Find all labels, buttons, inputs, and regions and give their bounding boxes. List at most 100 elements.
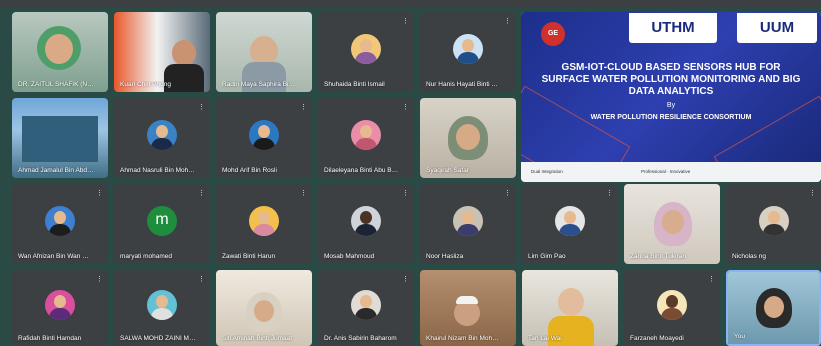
participant-name: Dr. Anis Sabirin Baharom xyxy=(324,335,397,342)
participant-video xyxy=(12,98,108,178)
participant-name: Kuan Chin Phong xyxy=(120,81,171,88)
footer-left-text: Dual Integration xyxy=(531,169,563,174)
participant-name: Tan Lai Wai xyxy=(528,335,562,342)
participant-name: Radin Maya Saphira Binti Ra... xyxy=(222,81,298,88)
participant-tile[interactable]: ⋮ SALWA MOHD ZAINI MAKHT... xyxy=(114,270,210,346)
slide-title: GSM-IOT-CLOUD BASED SENSORS HUB FOR SURF… xyxy=(541,62,801,97)
participant-name: Zawati Binti Harun xyxy=(222,253,276,260)
participant-tile[interactable]: ⋮ Farzaneh Moayedi xyxy=(624,270,720,346)
uum-logo: UUM xyxy=(737,13,817,43)
slide-footer: Dual Integration Professional · Innovati… xyxy=(521,162,821,182)
participant-video xyxy=(216,12,312,92)
participant-name: DR. ZAITUL SHAFIK (NAHRIM) xyxy=(18,81,94,88)
participant-tile[interactable]: ⋮ Nicholas ng xyxy=(726,184,821,264)
participant-name: Shuhaida Binti Ismail xyxy=(324,81,385,88)
participant-name: Ahmad Nasruli Bin Mohamed xyxy=(120,167,196,174)
mic-off-icon: ⋮ xyxy=(606,190,613,197)
mic-off-icon: ⋮ xyxy=(504,18,511,25)
participant-name: SALWA MOHD ZAINI MAKHT... xyxy=(120,335,196,342)
participant-avatar xyxy=(351,290,381,320)
participant-avatar xyxy=(147,120,177,150)
participant-avatar xyxy=(351,34,381,64)
mic-off-icon: ⋮ xyxy=(300,190,307,197)
uthm-logo: UTHM xyxy=(629,13,717,43)
participant-name: Siti Aminah Binti Jumaat xyxy=(222,335,293,342)
mic-off-icon: ⋮ xyxy=(96,190,103,197)
mic-off-icon: ⋮ xyxy=(402,190,409,197)
mic-off-icon: ⋮ xyxy=(198,276,205,283)
participant-name: Syaqirah Safar xyxy=(426,167,469,174)
participant-name: Mohd Arif Bin Rosli xyxy=(222,167,277,174)
participant-tile[interactable]: ⋮ Ahmad Nasruli Bin Mohamed xyxy=(114,98,210,178)
participant-tile[interactable]: m ⋮ maryati mohamed xyxy=(114,184,210,264)
shared-presentation[interactable]: GE UTHM UUM GSM-IOT-CLOUD BASED SENSORS … xyxy=(521,12,821,182)
event-logo: GE xyxy=(541,22,565,46)
participant-tile[interactable]: Siti Aminah Binti Jumaat xyxy=(216,270,312,346)
participant-name: Zarina Binti Tukiran xyxy=(630,253,686,260)
participant-avatar xyxy=(453,206,483,236)
participant-tile[interactable]: ⋮ Dr. Anis Sabirin Baharom xyxy=(318,270,414,346)
participant-name: Rafidah Binti Hamdan xyxy=(18,335,82,342)
participant-name: You xyxy=(734,333,745,340)
mic-off-icon: ⋮ xyxy=(402,276,409,283)
participant-tile[interactable]: Khairul Nizam Bin Mohd Yu... xyxy=(420,270,516,346)
mic-off-icon: ⋮ xyxy=(300,104,307,111)
participant-tile[interactable]: ⋮ Dilaeleyana Binti Abu Bakar ... xyxy=(318,98,414,178)
participant-initial-avatar: m xyxy=(147,206,177,236)
participant-name: Ahmad Jamalul Bin Abd Kari... xyxy=(18,167,94,174)
participant-avatar xyxy=(249,120,279,150)
mic-off-icon: ⋮ xyxy=(198,104,205,111)
meeting-top-bar xyxy=(0,0,821,8)
participant-tile[interactable]: Tan Lai Wai xyxy=(522,270,618,346)
participant-tile[interactable]: ⋮ Lim Gim Pao xyxy=(522,184,618,264)
self-view-tile[interactable]: You xyxy=(726,270,821,346)
participant-avatar xyxy=(351,120,381,150)
participant-tile[interactable]: ⋮ Nur Hanis Hayati Binti Hairom xyxy=(420,12,516,92)
participant-avatar xyxy=(249,206,279,236)
participant-name: maryati mohamed xyxy=(120,253,173,260)
participant-video xyxy=(624,184,720,264)
participant-tile[interactable]: Radin Maya Saphira Binti Ra... xyxy=(216,12,312,92)
participant-name: Mosab Mahmoud xyxy=(324,253,375,260)
participant-video xyxy=(420,98,516,178)
mic-off-icon: ⋮ xyxy=(402,104,409,111)
participant-name: Khairul Nizam Bin Mohd Yu... xyxy=(426,335,502,342)
mic-off-icon: ⋮ xyxy=(402,18,409,25)
mic-off-icon: ⋮ xyxy=(809,190,816,197)
participant-avatar xyxy=(45,290,75,320)
participant-name: Dilaeleyana Binti Abu Bakar ... xyxy=(324,167,400,174)
participant-tile[interactable]: ⋮ Mohd Arif Bin Rosli xyxy=(216,98,312,178)
participant-tile[interactable]: ⋮ Shuhaida Binti Ismail xyxy=(318,12,414,92)
participant-avatar xyxy=(453,34,483,64)
participant-video xyxy=(12,12,108,92)
participant-tile[interactable]: Kuan Chin Phong xyxy=(114,12,210,92)
participant-avatar xyxy=(45,206,75,236)
mic-off-icon: ⋮ xyxy=(96,276,103,283)
slide-by: By xyxy=(666,102,676,109)
participant-avatar xyxy=(555,206,585,236)
participant-tile[interactable]: Ahmad Jamalul Bin Abd Kari... xyxy=(12,98,108,178)
participant-tile[interactable]: ⋮ Wan Afnizan Bin Wan Moha... xyxy=(12,184,108,264)
participant-name: Wan Afnizan Bin Wan Moha... xyxy=(18,253,94,260)
participant-tile[interactable]: ⋮ Zawati Binti Harun xyxy=(216,184,312,264)
mic-off-icon: ⋮ xyxy=(198,190,205,197)
mic-off-icon: ⋮ xyxy=(504,190,511,197)
participant-name: Lim Gim Pao xyxy=(528,253,566,260)
participant-name: Noor Hasliza xyxy=(426,253,464,260)
participant-avatar xyxy=(147,290,177,320)
slide-organization: WATER POLLUTION RESILIENCE CONSORTIUM xyxy=(590,114,752,121)
participant-video xyxy=(114,12,210,92)
participant-name: Nur Hanis Hayati Binti Hairom xyxy=(426,81,502,88)
participant-tile[interactable]: Zarina Binti Tukiran xyxy=(624,184,720,264)
footer-mid-text: Professional · Innovative xyxy=(641,169,691,174)
participant-tile[interactable]: ⋮ Noor Hasliza xyxy=(420,184,516,264)
participant-tile[interactable]: ⋮ Mosab Mahmoud xyxy=(318,184,414,264)
participant-tile[interactable]: ⋮ Rafidah Binti Hamdan xyxy=(12,270,108,346)
participant-tile[interactable]: DR. ZAITUL SHAFIK (NAHRIM) xyxy=(12,12,108,92)
participant-name: Nicholas ng xyxy=(732,253,766,260)
participant-avatar xyxy=(758,206,789,236)
participant-name: Farzaneh Moayedi xyxy=(630,335,684,342)
participant-avatar xyxy=(351,206,381,236)
mic-off-icon: ⋮ xyxy=(708,276,715,283)
participant-tile[interactable]: Syaqirah Safar xyxy=(420,98,516,178)
